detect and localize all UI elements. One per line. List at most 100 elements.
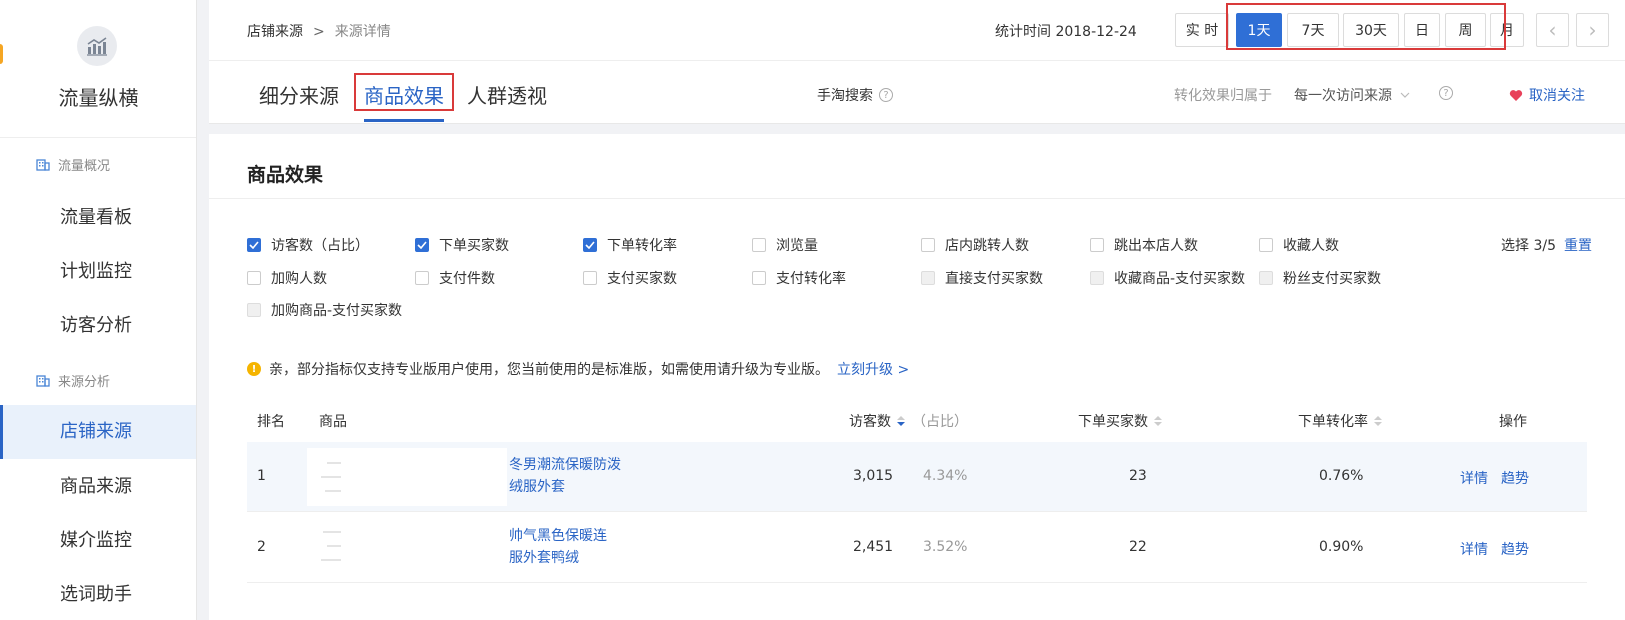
metric-checkbox[interactable]: 收藏人数 <box>1259 235 1339 255</box>
row-visitors: 2,451 <box>853 539 894 555</box>
product-name-link[interactable]: 冬男潮流保暖防泼 绒服外套 <box>509 454 621 498</box>
detail-link[interactable]: 详情 <box>1460 468 1488 488</box>
metric-checkbox: 直接支付买家数 <box>921 268 1043 288</box>
sidebar-section-source: 来源分析 <box>36 371 110 390</box>
col-actions-header: 操作 <box>1499 414 1527 430</box>
sidebar-item-label: 选词助手 <box>60 584 132 605</box>
checkbox-icon <box>921 271 935 285</box>
tab-sub-source[interactable]: 细分来源 <box>259 80 339 109</box>
metric-label: 收藏商品-支付买家数 <box>1114 271 1246 287</box>
sort-icon <box>1154 416 1162 426</box>
metric-label: 跳出本店人数 <box>1114 238 1198 254</box>
help-icon[interactable]: ? <box>879 88 893 102</box>
sort-icon <box>897 416 905 426</box>
metric-checkbox[interactable]: 支付买家数 <box>583 268 677 288</box>
trend-link[interactable]: 趋势 <box>1501 468 1529 488</box>
checkbox-checked-icon <box>415 238 429 252</box>
sidebar-section-label: 来源分析 <box>58 375 111 390</box>
sidebar-item-product-source[interactable]: 商品来源 <box>0 460 196 514</box>
metric-label: 加购人数 <box>271 271 327 287</box>
metric-checkbox[interactable]: 下单转化率 <box>583 235 677 255</box>
metric-checkbox: 收藏商品-支付买家数 <box>1090 268 1245 288</box>
source-name: 手淘搜索 <box>817 88 873 104</box>
metric-checkbox[interactable]: 下单买家数 <box>415 235 509 255</box>
row-rate: 0.90% <box>1319 539 1364 555</box>
metric-label: 浏览量 <box>776 238 818 254</box>
row-rank: 1 <box>257 468 266 484</box>
upgrade-notice: ! 亲，部分指标仅支持专业版用户使用，您当前使用的是标准版，如需使用请升级为专业… <box>247 359 909 379</box>
checkbox-icon <box>921 238 935 252</box>
unfollow-button[interactable]: 取消关注 <box>1509 85 1585 105</box>
sidebar-item-traffic-board[interactable]: 流量看板 <box>0 191 196 245</box>
sort-icon <box>1374 416 1382 426</box>
metric-label: 支付转化率 <box>776 271 846 287</box>
row-buyers: 22 <box>1129 539 1147 555</box>
breadcrumb-root-link[interactable]: 店铺来源 <box>247 24 303 40</box>
divider <box>209 198 1625 199</box>
metric-checkbox[interactable]: 访客数（占比） <box>247 235 369 255</box>
prev-date-button[interactable]: ‹ <box>1536 13 1569 47</box>
conversion-select[interactable]: 每一次访问来源 <box>1294 85 1410 105</box>
metric-checkbox[interactable]: 支付转化率 <box>752 268 846 288</box>
product-thumbnail[interactable] <box>307 448 507 506</box>
next-date-button[interactable]: › <box>1576 13 1609 47</box>
sidebar-item-label: 计划监控 <box>60 261 132 282</box>
checkbox-icon <box>247 303 261 317</box>
metric-label: 店内跳转人数 <box>945 238 1029 254</box>
col-rate-header[interactable]: 下单转化率 <box>1298 411 1382 431</box>
sidebar: 流量纵横 流量概况 流量看板 计划监控 访客分析 来源分析 店铺来源 商品来源 … <box>0 0 197 620</box>
metric-checkbox[interactable]: 店内跳转人数 <box>921 235 1029 255</box>
sidebar-item-label: 流量看板 <box>60 207 132 228</box>
notice-text: 亲，部分指标仅支持专业版用户使用，您当前使用的是标准版，如需使用请升级为专业版。 <box>269 362 829 378</box>
period-highlight-box <box>1226 3 1506 50</box>
reset-link[interactable]: 重置 <box>1564 238 1592 254</box>
detail-link[interactable]: 详情 <box>1460 539 1488 559</box>
tab-bar: 细分来源 商品效果 人群透视 手淘搜索 ? 转化效果归属于 每一次访问来源 ? … <box>209 60 1625 124</box>
col-product-header: 商品 <box>319 414 347 430</box>
unfollow-label: 取消关注 <box>1529 88 1585 104</box>
checkbox-icon <box>1259 238 1273 252</box>
col-rank-header: 排名 <box>257 414 285 430</box>
metric-label: 收藏人数 <box>1283 238 1339 254</box>
sidebar-item-plan-monitor[interactable]: 计划监控 <box>0 245 196 299</box>
period-realtime-button[interactable]: 实 时 <box>1175 13 1229 47</box>
sidebar-item-store-source[interactable]: 店铺来源 <box>0 405 196 459</box>
product-name-line: 绒服外套 <box>509 479 565 495</box>
sidebar-item-label: 店铺来源 <box>60 421 132 442</box>
help-icon[interactable]: ? <box>1439 86 1453 100</box>
sidebar-section-label: 流量概况 <box>58 159 111 174</box>
sidebar-item-label: 商品来源 <box>60 476 132 497</box>
sidebar-item-keyword-helper[interactable]: 选词助手 <box>0 568 196 620</box>
app-title: 流量纵横 <box>58 86 139 110</box>
building-icon <box>36 159 50 171</box>
trend-link[interactable]: 趋势 <box>1501 539 1529 559</box>
heart-icon <box>1509 89 1523 101</box>
warning-icon: ! <box>247 362 261 376</box>
chevron-down-icon <box>1400 92 1410 98</box>
row-share: 4.34% <box>923 468 968 484</box>
sidebar-item-visitor-analysis[interactable]: 访客分析 <box>0 299 196 353</box>
col-visitors-label: 访客数 <box>849 414 891 430</box>
metric-label: 下单买家数 <box>439 238 509 254</box>
chart-logo-icon <box>77 26 117 66</box>
pick-count-label: 选择 3/5 <box>1501 238 1556 254</box>
metric-checkbox[interactable]: 跳出本店人数 <box>1090 235 1198 255</box>
product-thumbnail[interactable] <box>307 519 507 577</box>
app-logo-area: 流量纵横 <box>0 0 196 138</box>
metric-checkbox[interactable]: 加购人数 <box>247 268 327 288</box>
col-visitors-header[interactable]: 访客数 <box>849 411 905 431</box>
checkbox-icon <box>247 271 261 285</box>
metric-label: 下单转化率 <box>607 238 677 254</box>
table-row: 2 帅气黑色保暖连 服外套鸭绒 2,451 3.52% 22 0.90% 详情 … <box>247 513 1587 583</box>
stat-time: 统计时间 2018-12-24 <box>995 24 1137 40</box>
col-buyers-header[interactable]: 下单买家数 <box>1078 411 1162 431</box>
metric-checkbox[interactable]: 支付件数 <box>415 268 495 288</box>
metric-label: 直接支付买家数 <box>945 271 1043 287</box>
product-name-link[interactable]: 帅气黑色保暖连 服外套鸭绒 <box>509 525 607 569</box>
metric-checkbox[interactable]: 浏览量 <box>752 235 818 255</box>
sidebar-item-media-monitor[interactable]: 媒介监控 <box>0 514 196 568</box>
metric-label: 加购商品-支付买家数 <box>271 303 403 319</box>
tab-crowd-insight[interactable]: 人群透视 <box>467 80 547 109</box>
source-label: 手淘搜索 ? <box>817 85 893 105</box>
upgrade-link[interactable]: 立刻升级 > <box>837 359 909 379</box>
